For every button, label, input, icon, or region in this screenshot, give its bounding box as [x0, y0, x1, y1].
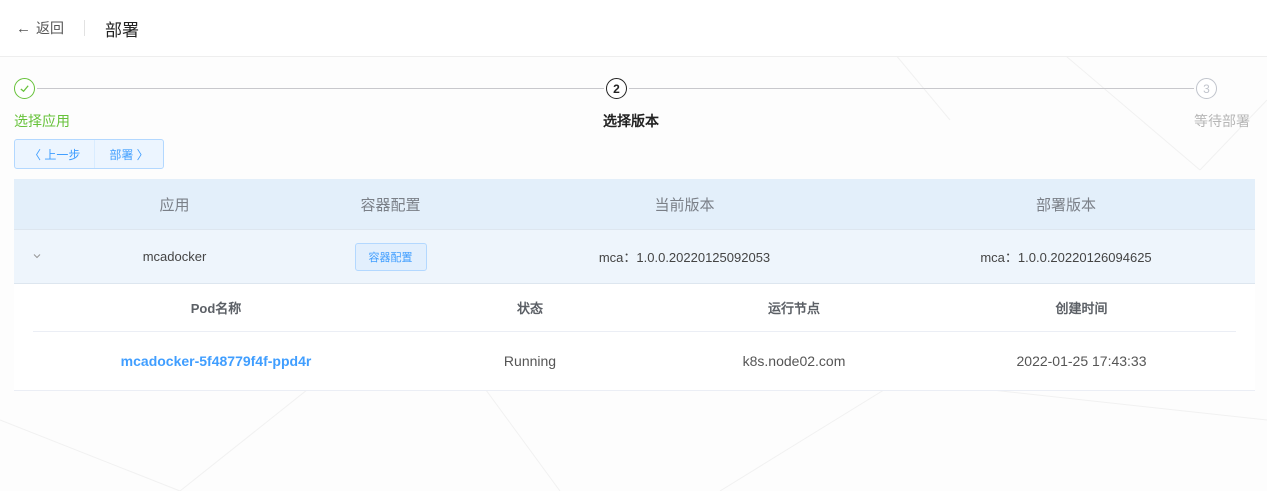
pod-row: mcadocker-5f48779f4f-ppd4r Running k8s.n…	[33, 332, 1236, 390]
deploy-table: 应用 容器配置 当前版本 部署版本 mcadocker 容器配置 mca：1.0…	[14, 179, 1255, 391]
check-icon	[14, 78, 35, 99]
config-cell: 容器配置	[289, 242, 492, 271]
back-button[interactable]: ← 返回	[16, 18, 64, 38]
back-label: 返回	[36, 20, 64, 36]
container-config-button[interactable]: 容器配置	[354, 242, 427, 271]
pod-table: Pod名称 状态 运行节点 创建时间 mcadocker-5f48779f4f-…	[14, 284, 1255, 391]
header-divider	[84, 20, 85, 36]
column-header-deploy-version: 部署版本	[1035, 196, 1096, 214]
page-header: ← 返回 部署	[0, 0, 1267, 57]
step-number-3: 3	[1196, 78, 1217, 99]
page-title: 部署	[105, 20, 139, 40]
table-row: mcadocker 容器配置 mca：1.0.0.20220125092053 …	[14, 229, 1255, 284]
table-header: 应用 容器配置 当前版本 部署版本	[14, 179, 1255, 229]
app-name: mcadocker	[142, 249, 207, 264]
arrow-left-icon: ←	[16, 19, 31, 37]
column-header-pod-name: Pod名称	[190, 301, 242, 316]
pod-node: k8s.node02.com	[742, 353, 846, 369]
pod-created-time: 2022-01-25 17:43:33	[1016, 353, 1147, 369]
step-number-2: 2	[606, 78, 627, 99]
column-header-app: 应用	[159, 196, 190, 214]
column-header-current-version: 当前版本	[654, 196, 715, 214]
column-header-status: 状态	[516, 301, 543, 316]
column-header-node: 运行节点	[767, 301, 820, 316]
deploy-button[interactable]: 部署 〉	[94, 140, 162, 168]
column-header-config: 容器配置	[360, 196, 421, 214]
step-label-select-app: 选择应用	[14, 113, 70, 129]
pod-status: Running	[503, 353, 557, 369]
pod-table-header: Pod名称 状态 运行节点 创建时间	[33, 284, 1236, 332]
current-version: mca：1.0.0.20220125092053	[598, 250, 771, 265]
pod-name-link[interactable]: mcadocker-5f48779f4f-ppd4r	[121, 353, 312, 369]
deploy-version: mca：1.0.0.20220126094625	[980, 250, 1152, 265]
step-label-select-version: 选择版本	[603, 113, 659, 129]
column-header-created: 创建时间	[1055, 301, 1108, 316]
step-label-wait-deploy: 等待部署	[1194, 113, 1250, 129]
step-connector-1	[37, 88, 604, 89]
step-connector-2	[629, 88, 1194, 89]
prev-step-button[interactable]: 〈 上一步	[15, 140, 94, 168]
step-actions: 〈 上一步 部署 〉	[14, 139, 164, 169]
steps-bar: 2 3 选择应用 选择版本 等待部署	[0, 57, 1267, 142]
chevron-down-icon[interactable]	[14, 250, 60, 264]
